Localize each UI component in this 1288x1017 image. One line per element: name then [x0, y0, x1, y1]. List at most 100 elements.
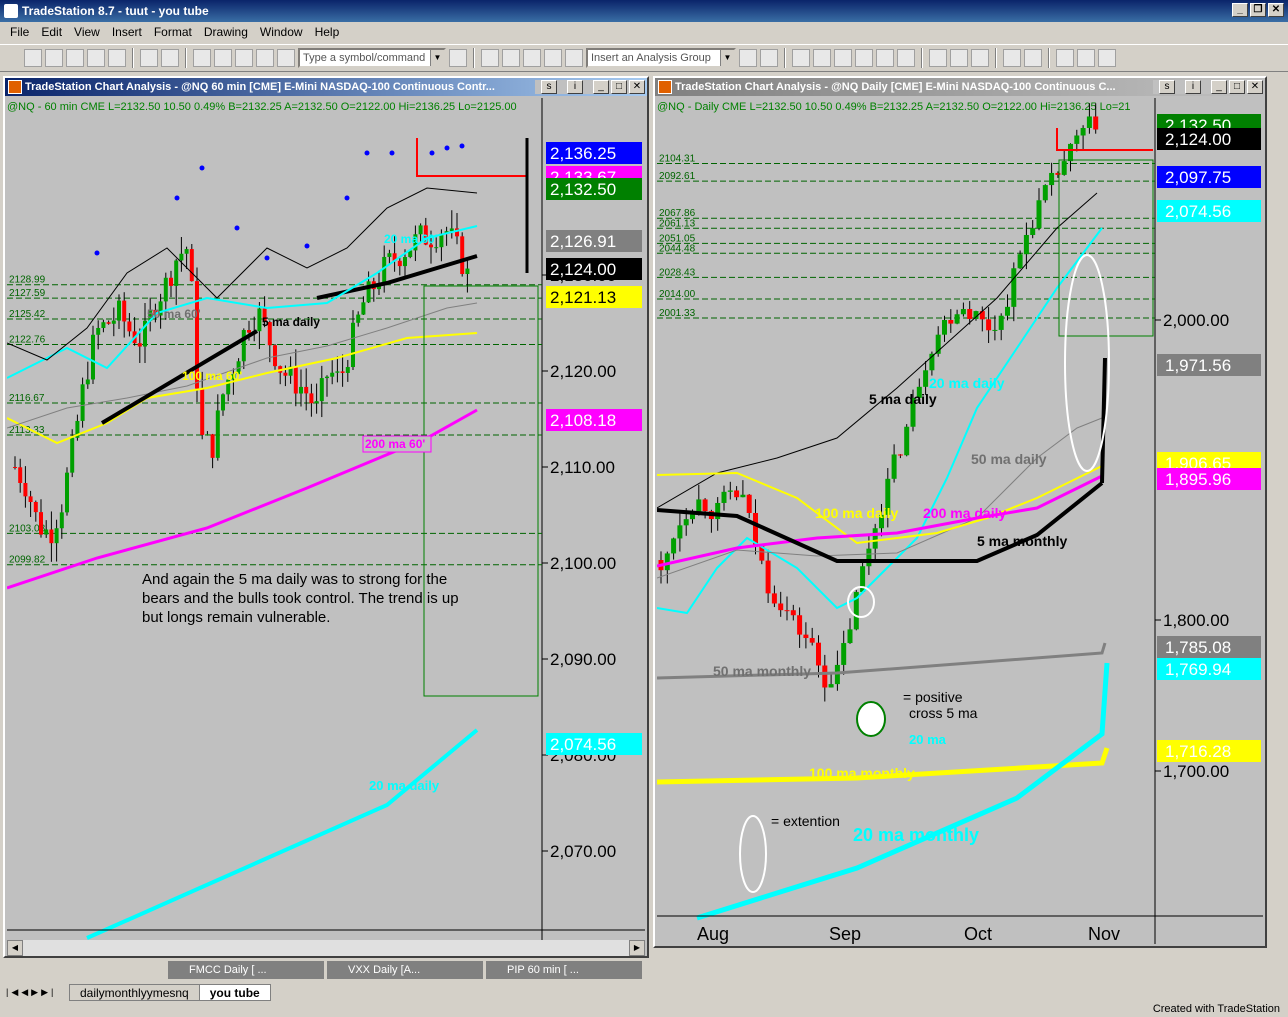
zoom-in-icon[interactable]: [1003, 49, 1021, 67]
support-line-label: 2122.76: [9, 335, 46, 346]
lock-icon[interactable]: [235, 49, 253, 67]
indicator-icon[interactable]: [739, 49, 757, 67]
tools-icon[interactable]: [256, 49, 274, 67]
pointer-icon[interactable]: [1056, 49, 1074, 67]
compress-icon[interactable]: [950, 49, 968, 67]
candle-body: [897, 454, 903, 456]
tab-dailymonthlyymesnq[interactable]: dailymonthlyymesnq: [69, 983, 200, 1001]
menu-view[interactable]: View: [68, 22, 106, 42]
left-chart-window: TradeStation Chart Analysis - @NQ 60 min…: [3, 76, 649, 958]
window-icon[interactable]: [214, 49, 232, 67]
symbol-link-button[interactable]: s: [541, 80, 557, 94]
menu-edit[interactable]: Edit: [35, 22, 68, 42]
right-info-line: @NQ - Daily CME L=2132.50 10.50 0.49% B=…: [657, 101, 1131, 113]
left-maximize-button[interactable]: □: [611, 80, 627, 94]
candle-body: [1055, 172, 1061, 175]
link-icon[interactable]: [193, 49, 211, 67]
right-chart-svg[interactable]: @NQ - Daily CME L=2132.50 10.50 0.49% B=…: [657, 98, 1263, 944]
bar-chart-icon[interactable]: [855, 49, 873, 67]
open-icon[interactable]: [45, 49, 63, 67]
candle-body: [797, 615, 803, 635]
tab-you-tube[interactable]: you tube: [198, 983, 271, 1001]
menu-insert[interactable]: Insert: [106, 22, 148, 42]
left-chart-plot[interactable]: @NQ - 60 min CME L=2132.50 10.50 0.49% B…: [7, 98, 645, 940]
right-close-button[interactable]: ✕: [1247, 80, 1263, 94]
drawing-tool-icon[interactable]: [792, 49, 810, 67]
candle-body: [39, 512, 43, 535]
open-workspace-icon[interactable]: [66, 49, 84, 67]
left-minimize-button[interactable]: _: [593, 80, 609, 94]
candle-body: [299, 386, 303, 394]
paintbar-icon[interactable]: [834, 49, 852, 67]
candle-body: [247, 330, 251, 333]
right-chart-window: TradeStation Chart Analysis - @NQ Daily …: [653, 76, 1267, 948]
menu-file[interactable]: File: [4, 22, 35, 42]
candle-body: [59, 512, 64, 529]
axis-tick-label: 1,700.00: [1163, 762, 1229, 781]
restore-button[interactable]: ❐: [1250, 3, 1266, 17]
format-icon[interactable]: [481, 49, 499, 67]
interval-link-button[interactable]: i: [1185, 80, 1201, 94]
line-chart-icon[interactable]: [897, 49, 915, 67]
interval-link-button[interactable]: i: [567, 80, 583, 94]
right-maximize-button[interactable]: □: [1229, 80, 1245, 94]
candle-body: [340, 371, 345, 373]
wrench-icon[interactable]: [1098, 49, 1116, 67]
left-chart-svg[interactable]: @NQ - 60 min CME L=2132.50 10.50 0.49% B…: [7, 98, 645, 940]
binoculars-icon[interactable]: [544, 49, 562, 67]
analysis-group-select[interactable]: Insert an Analysis Group ▼: [586, 48, 736, 68]
minimized-window-pip[interactable]: PIP 60 min [ ...: [486, 961, 642, 979]
grid-icon[interactable]: [523, 49, 541, 67]
zoom-out-icon[interactable]: [1024, 49, 1042, 67]
left-close-button[interactable]: ✕: [629, 80, 645, 94]
close-button[interactable]: ✕: [1268, 3, 1284, 17]
save-workspace-icon[interactable]: [108, 49, 126, 67]
expand-icon[interactable]: [929, 49, 947, 67]
ma5-monthly-jump: [1100, 357, 1107, 484]
menu-drawing[interactable]: Drawing: [198, 22, 254, 42]
save-icon[interactable]: [87, 49, 105, 67]
candle-body: [702, 499, 708, 512]
candle-body: [790, 610, 796, 616]
scroll-left-icon[interactable]: ◀: [7, 940, 23, 956]
price-badge-label: 2,136.25: [550, 144, 616, 163]
minimize-button[interactable]: _: [1232, 3, 1248, 17]
color-picker-icon[interactable]: [971, 49, 989, 67]
strategy-icon[interactable]: [760, 49, 778, 67]
symbol-command-input[interactable]: Type a symbol/command ▼: [298, 48, 446, 68]
scroll-right-icon[interactable]: ▶: [629, 940, 645, 956]
candle-body: [210, 434, 215, 458]
candle-body: [1036, 200, 1042, 229]
price-badge-label: 1,716.28: [1165, 742, 1231, 761]
print-icon[interactable]: [161, 49, 179, 67]
showme-icon[interactable]: [813, 49, 831, 67]
label-5ma-monthly: 5 ma monthly: [977, 533, 1067, 549]
menu-help[interactable]: Help: [309, 22, 346, 42]
candle-body: [13, 467, 17, 468]
print-preview-icon[interactable]: [140, 49, 158, 67]
new-icon[interactable]: [24, 49, 42, 67]
candle-body: [189, 249, 194, 282]
minimized-window-vxx[interactable]: VXX Daily [A...: [327, 961, 483, 979]
symbol-lookup-icon[interactable]: [449, 49, 467, 67]
menu-format[interactable]: Format: [148, 22, 198, 42]
candle-body: [314, 401, 319, 404]
candle-body: [241, 330, 246, 362]
chart-icon[interactable]: [565, 49, 583, 67]
chart-settings-icon[interactable]: [277, 49, 295, 67]
tab-nav-arrows-icon[interactable]: |◀◀▶▶|: [0, 987, 70, 998]
price-badge-label: 2,124.00: [550, 260, 616, 279]
left-horizontal-scrollbar[interactable]: ◀ ▶: [7, 940, 645, 956]
candle-body: [771, 593, 777, 604]
right-chart-plot[interactable]: @NQ - Daily CME L=2132.50 10.50 0.49% B=…: [657, 98, 1263, 944]
table-icon[interactable]: [502, 49, 520, 67]
crosshair-icon[interactable]: [1077, 49, 1095, 67]
minimized-window-fmcc[interactable]: FMCC Daily [ ...: [168, 961, 324, 979]
right-minimize-button[interactable]: _: [1211, 80, 1227, 94]
legend-extension-icon: [739, 815, 767, 893]
swing-dot: [174, 195, 180, 201]
menu-window[interactable]: Window: [254, 22, 309, 42]
symbol-link-button[interactable]: s: [1159, 80, 1175, 94]
candle-icon[interactable]: [876, 49, 894, 67]
candle-body: [65, 472, 69, 513]
